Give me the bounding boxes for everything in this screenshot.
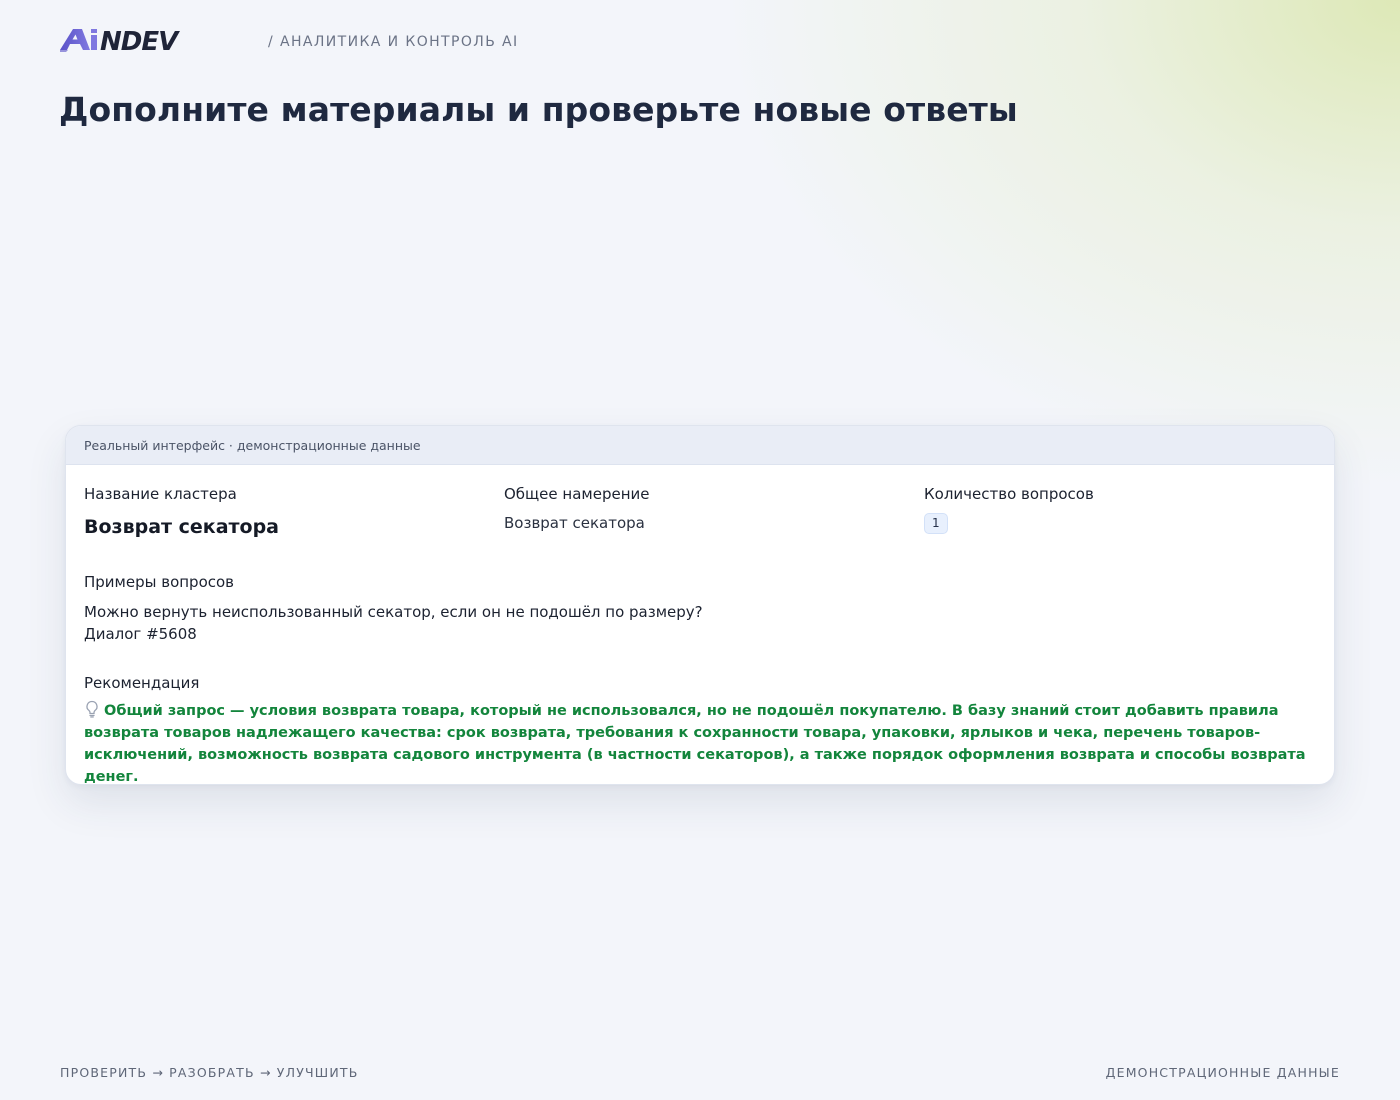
cluster-name-value: Возврат секатора <box>84 516 280 538</box>
aindev-logo: NDEV <box>60 27 181 56</box>
top-bar: NDEV / АНАЛИТИКА И КОНТРОЛЬ AI <box>60 26 519 56</box>
recommendation-text: Общий запрос — условия возврата товара, … <box>84 703 1306 785</box>
cluster-name-section: Название кластера Возврат секатора <box>84 485 279 538</box>
recommendation-label: Рекомендация <box>84 674 200 692</box>
questions-count-section: Количество вопросов 1 <box>924 485 1094 534</box>
brand-subtitle: / АНАЛИТИКА И КОНТРОЛЬ AI <box>268 34 519 50</box>
page-title: Дополните материалы и проверьте новые от… <box>59 90 1018 129</box>
examples-label: Примеры вопросов <box>84 573 235 591</box>
dialog-reference: Диалог #5608 <box>84 625 197 643</box>
footer-demo-note: ДЕМОНСТРАЦИОННЫЕ ДАННЫЕ <box>1105 1065 1340 1080</box>
intent-value: Возврат секатора <box>504 514 645 532</box>
examples-section: Примеры вопросов Можно вернуть неиспольз… <box>84 573 703 645</box>
lightbulb-icon <box>86 700 98 718</box>
cluster-card: Реальный интерфейс · демонстрационные да… <box>65 425 1335 785</box>
intent-section: Общее намерение Возврат секатора <box>504 485 650 532</box>
questions-count-label: Количество вопросов <box>924 485 1094 503</box>
footer-workflow: ПРОВЕРИТЬ → РАЗОБРАТЬ → УЛУЧШИТЬ <box>60 1065 359 1080</box>
card-body: Название кластера Возврат секатора Общее… <box>66 465 1334 785</box>
recommendation-section: Рекомендация Общий запрос — условия возв… <box>84 674 1318 785</box>
cluster-name-label: Название кластера <box>84 485 237 503</box>
list-item: Можно вернуть неиспользованный секатор, … <box>84 601 703 645</box>
intent-label: Общее намерение <box>504 485 650 503</box>
recommendation-text-block: Общий запрос — условия возврата товара, … <box>84 700 1318 785</box>
example-question: Можно вернуть неиспользованный секатор, … <box>84 603 703 621</box>
logo-wordmark: NDEV <box>100 27 180 56</box>
card-header-note: Реальный интерфейс · демонстрационные да… <box>66 426 1334 465</box>
questions-count-badge: 1 <box>924 513 948 534</box>
